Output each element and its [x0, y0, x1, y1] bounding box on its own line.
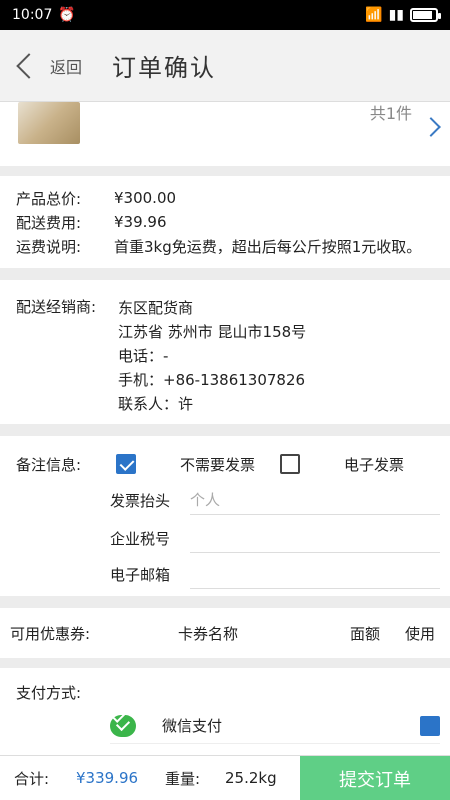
- invoice-title-input[interactable]: [190, 485, 440, 515]
- coupon-col-amount: 面额: [350, 624, 381, 643]
- product-summary[interactable]: 共1件: [0, 102, 450, 166]
- e-invoice-checkbox[interactable]: [280, 454, 300, 474]
- status-icons: 📶 ▮▮: [365, 7, 441, 23]
- chevron-right-icon[interactable]: [421, 117, 441, 137]
- remark-section: 备注信息: 不需要发票 电子发票 发票抬头 企业税号 电子邮箱: [0, 436, 450, 596]
- shipping-note-label: 运费说明:: [16, 237, 82, 256]
- submit-order-button[interactable]: 提交订单: [300, 756, 450, 800]
- tax-number-input[interactable]: [190, 523, 440, 553]
- alarm-icon: ⏰: [58, 7, 76, 23]
- signal-icon: ▮▮: [388, 7, 404, 23]
- coupon-label: 可用优惠券:: [10, 624, 91, 643]
- remark-label: 备注信息:: [16, 456, 82, 474]
- no-invoice-checkbox[interactable]: [116, 454, 136, 474]
- back-label: 返回: [50, 57, 83, 77]
- weight-value: 25.2kg: [225, 769, 277, 787]
- invoice-title-label: 发票抬头: [110, 491, 171, 510]
- dealer-contact: 联系人：许: [118, 395, 194, 413]
- price-row-note: 运费说明: 首重3kg免运费，超出后每公斤按照1元收取。: [16, 234, 434, 258]
- battery-icon: [410, 8, 441, 22]
- page-title: 订单确认: [112, 54, 217, 82]
- no-invoice-label: 不需要发票: [180, 456, 256, 474]
- price-section: 产品总价: ¥300.00 配送费用: ¥39.96 运费说明: 首重3kg免运…: [0, 176, 450, 268]
- dealer-phone: 电话：-: [118, 347, 169, 365]
- item-count: 共1件: [369, 104, 412, 123]
- total-label: 合计:: [14, 769, 50, 788]
- dealer-address: 江苏省 苏州市 昆山市158号: [118, 323, 307, 341]
- shipping-fee-value: ¥39.96: [114, 213, 167, 231]
- price-row-shipping: 配送费用: ¥39.96: [16, 210, 434, 234]
- tax-number-label: 企业税号: [110, 529, 171, 548]
- price-row-total: 产品总价: ¥300.00: [16, 186, 434, 210]
- weight-label: 重量:: [165, 769, 201, 788]
- shipping-note-value: 首重3kg免运费，超出后每公斤按照1元收取。: [114, 237, 422, 256]
- dealer-info: 东区配货商 江苏省 苏州市 昆山市158号 电话：- 手机：+86-138613…: [118, 296, 306, 416]
- header: 返回 订单确认: [0, 30, 450, 102]
- status-bar: 10:07 ⏰ 📶 ▮▮: [0, 0, 450, 30]
- back-button[interactable]: 返回: [0, 30, 82, 101]
- tax-number-row: 企业税号: [110, 520, 440, 556]
- dealer-mobile: 手机：+86-13861307826: [118, 371, 306, 389]
- e-invoice-label: 电子发票: [344, 456, 405, 474]
- payment-label: 支付方式:: [16, 684, 82, 702]
- chevron-left-icon: [16, 52, 42, 79]
- dealer-name: 东区配货商: [118, 299, 194, 317]
- dealer-section: 配送经销商: 东区配货商 江苏省 苏州市 昆山市158号 电话：- 手机：+86…: [0, 280, 450, 424]
- coupon-section: 可用优惠券: 卡券名称 面额 使用: [0, 608, 450, 658]
- total-price-label: 产品总价:: [16, 189, 82, 208]
- product-thumbnail: [18, 102, 80, 144]
- wechat-pay-checkbox[interactable]: [420, 715, 440, 736]
- wifi-icon: 📶: [365, 7, 383, 23]
- email-input[interactable]: [190, 559, 440, 589]
- status-time: 10:07: [12, 7, 53, 23]
- payment-option-wechat[interactable]: 微信支付: [110, 708, 440, 744]
- bottom-bar: 合计: ¥339.96 重量: 25.2kg 提交订单: [0, 755, 450, 800]
- wechat-pay-label: 微信支付: [162, 717, 223, 735]
- shipping-fee-label: 配送费用:: [16, 213, 82, 232]
- coupon-col-use: 使用: [405, 624, 436, 643]
- total-price-value: ¥300.00: [114, 189, 177, 207]
- invoice-title-row: 发票抬头: [110, 482, 440, 518]
- total-amount: ¥339.96: [76, 769, 139, 787]
- coupon-col-name: 卡券名称: [178, 624, 239, 643]
- dealer-label: 配送经销商:: [16, 298, 97, 316]
- payment-section: 支付方式: 微信支付: [0, 668, 450, 758]
- email-row: 电子邮箱: [110, 556, 440, 592]
- email-label: 电子邮箱: [110, 565, 171, 584]
